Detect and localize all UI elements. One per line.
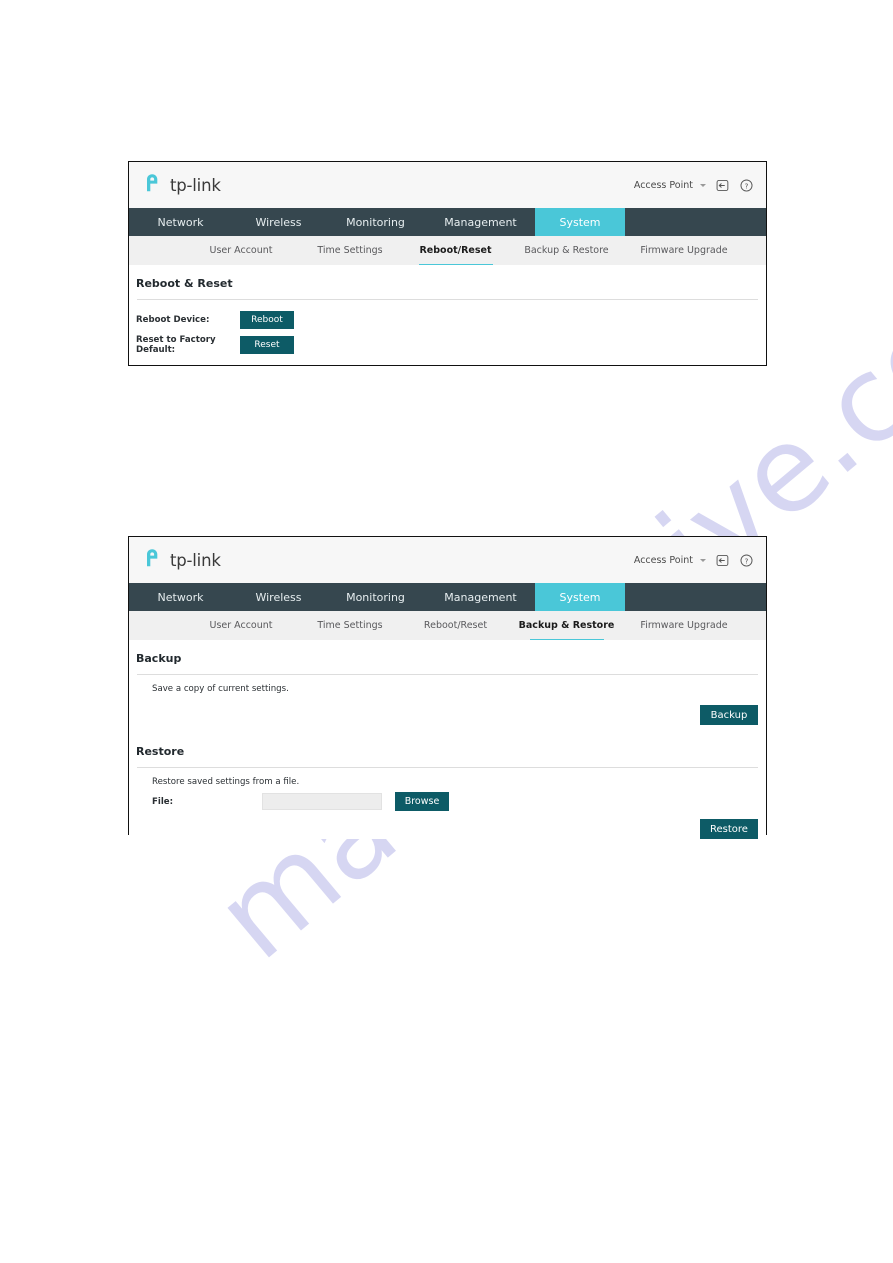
tplink-logo-text: tp-link (170, 550, 221, 570)
nav-item-wireless[interactable]: Wireless (232, 583, 325, 611)
backup-restore-content: Backup Save a copy of current settings. … (129, 640, 766, 839)
tplink-logo-icon (143, 172, 165, 198)
sub-navigation: User Account Time Settings Reboot/Reset … (129, 611, 766, 640)
restore-button[interactable]: Restore (700, 819, 758, 839)
backup-description: Save a copy of current settings. (152, 684, 289, 694)
main-navigation: Network Wireless Monitoring Management S… (129, 208, 766, 236)
logout-icon[interactable] (715, 553, 730, 568)
nav-item-network[interactable]: Network (129, 208, 232, 236)
row-reboot-device: Reboot Device: Reboot (136, 311, 766, 329)
sub-navigation: User Account Time Settings Reboot/Reset … (129, 236, 766, 265)
svg-text:?: ? (745, 556, 749, 565)
nav-item-monitoring[interactable]: Monitoring (325, 208, 426, 236)
nav-item-monitoring[interactable]: Monitoring (325, 583, 426, 611)
restore-description: Restore saved settings from a file. (152, 777, 300, 787)
nav-item-system[interactable]: System (535, 583, 625, 611)
subtab-backup-restore[interactable]: Backup & Restore (508, 236, 625, 265)
tplink-logo: tp-link (143, 172, 221, 198)
brand-bar-actions: Access Point ? (634, 178, 754, 193)
tplink-logo-icon (143, 547, 165, 573)
nav-item-network[interactable]: Network (129, 583, 232, 611)
subtab-user-account[interactable]: User Account (185, 236, 297, 265)
mode-select[interactable]: Access Point (634, 180, 706, 191)
subtab-reboot-reset[interactable]: Reboot/Reset (403, 236, 508, 265)
brand-bar-actions: Access Point ? (634, 553, 754, 568)
file-input[interactable] (262, 793, 382, 810)
subtab-firmware-upgrade[interactable]: Firmware Upgrade (625, 236, 743, 265)
reboot-reset-form: Reboot Device: Reboot Reset to Factory D… (129, 300, 766, 355)
nav-item-system[interactable]: System (535, 208, 625, 236)
subtab-firmware-upgrade[interactable]: Firmware Upgrade (625, 611, 743, 640)
screenshot-panel-backup-restore: tp-link Access Point ? Network Wireless … (128, 536, 767, 839)
reboot-button[interactable]: Reboot (240, 311, 294, 329)
section-title-backup: Backup (136, 652, 182, 665)
brand-bar: tp-link Access Point ? (129, 162, 766, 208)
label-reboot-device: Reboot Device: (136, 315, 210, 325)
mode-select[interactable]: Access Point (634, 555, 706, 566)
label-file: File: (152, 796, 174, 807)
chevron-down-icon (700, 558, 706, 562)
logout-icon[interactable] (715, 178, 730, 193)
help-circle-icon[interactable]: ? (739, 178, 754, 193)
restore-action-row: Restore (129, 819, 766, 839)
row-reset-factory-default: Reset to Factory Default: Reset (136, 335, 766, 355)
subtab-user-account[interactable]: User Account (185, 611, 297, 640)
section-title-restore: Restore (136, 745, 185, 758)
screenshot-panel-reboot-reset: tp-link Access Point ? Network Wireless … (128, 161, 767, 366)
chevron-down-icon (700, 183, 706, 187)
restore-file-row: File: Browse (129, 787, 766, 811)
backup-action-row: Backup (129, 705, 766, 725)
tplink-logo: tp-link (143, 547, 221, 573)
mode-select-label: Access Point (633, 554, 693, 566)
help-circle-icon[interactable]: ? (739, 553, 754, 568)
backup-button[interactable]: Backup (700, 705, 758, 725)
svg-text:?: ? (745, 181, 749, 190)
nav-item-wireless[interactable]: Wireless (232, 208, 325, 236)
main-navigation: Network Wireless Monitoring Management S… (129, 583, 766, 611)
brand-bar: tp-link Access Point ? (129, 537, 766, 583)
browse-button[interactable]: Browse (395, 792, 449, 811)
subtab-backup-restore[interactable]: Backup & Restore (508, 611, 625, 640)
nav-item-management[interactable]: Management (426, 583, 535, 611)
subtab-reboot-reset[interactable]: Reboot/Reset (403, 611, 508, 640)
mode-select-label: Access Point (633, 179, 693, 191)
label-reset-factory-default: Reset to Factory Default: (136, 335, 216, 355)
subtab-time-settings[interactable]: Time Settings (297, 236, 403, 265)
reboot-reset-content: Reboot & Reset Reboot Device: Reboot Res… (129, 265, 766, 355)
nav-item-management[interactable]: Management (426, 208, 535, 236)
section-title-reboot-reset: Reboot & Reset (136, 277, 233, 290)
tplink-logo-text: tp-link (170, 175, 221, 195)
subtab-time-settings[interactable]: Time Settings (297, 611, 403, 640)
reset-button[interactable]: Reset (240, 336, 294, 354)
